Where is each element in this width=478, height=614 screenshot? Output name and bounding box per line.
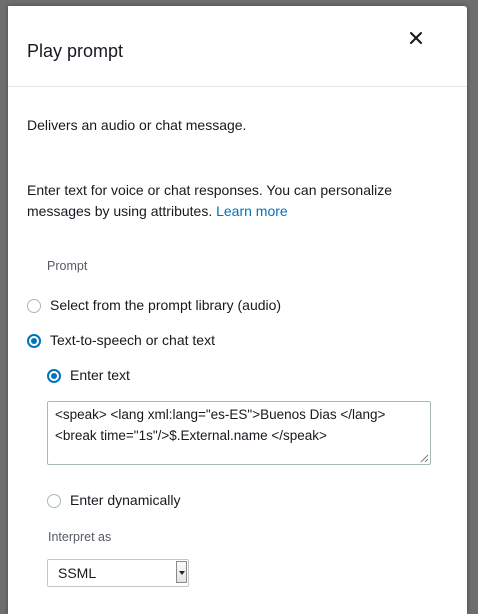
radio-text-to-speech-label[interactable]: Text-to-speech or chat text	[50, 332, 215, 348]
interpret-as-value: SSML	[58, 565, 97, 581]
prompt-section-label: Prompt	[47, 259, 88, 273]
radio-prompt-library[interactable]	[27, 299, 41, 313]
radio-text-to-speech[interactable]	[27, 334, 41, 348]
panel-title: Play prompt	[27, 41, 124, 61]
ssml-text-input[interactable]: <speak> <lang xml:lang="es-ES">Buenos Di…	[47, 401, 431, 465]
close-icon	[410, 32, 422, 44]
learn-more-link[interactable]: Learn more	[216, 203, 288, 219]
radio-prompt-library-label[interactable]: Select from the prompt library (audio)	[50, 297, 281, 313]
interpret-as-label: Interpret as	[48, 530, 112, 544]
radio-enter-text-label[interactable]: Enter text	[70, 367, 130, 383]
close-button[interactable]	[404, 26, 428, 50]
panel-header: Play prompt	[8, 6, 467, 87]
radio-enter-dynamically-label[interactable]: Enter dynamically	[70, 492, 181, 508]
help-text: Enter text for voice or chat responses. …	[27, 180, 447, 222]
radio-enter-dynamically[interactable]	[47, 494, 61, 508]
radio-enter-text[interactable]	[47, 369, 61, 383]
play-prompt-panel: Play prompt Delivers an audio or chat me…	[8, 6, 467, 614]
panel-description: Delivers an audio or chat message.	[27, 117, 247, 133]
interpret-as-select[interactable]: SSML	[47, 559, 189, 587]
chevron-down-icon[interactable]	[176, 561, 187, 583]
ssml-text-value: <speak> <lang xml:lang="es-ES">Buenos Di…	[55, 407, 386, 443]
resize-grip-icon[interactable]	[419, 453, 429, 463]
help-text-body: Enter text for voice or chat responses. …	[27, 182, 392, 219]
